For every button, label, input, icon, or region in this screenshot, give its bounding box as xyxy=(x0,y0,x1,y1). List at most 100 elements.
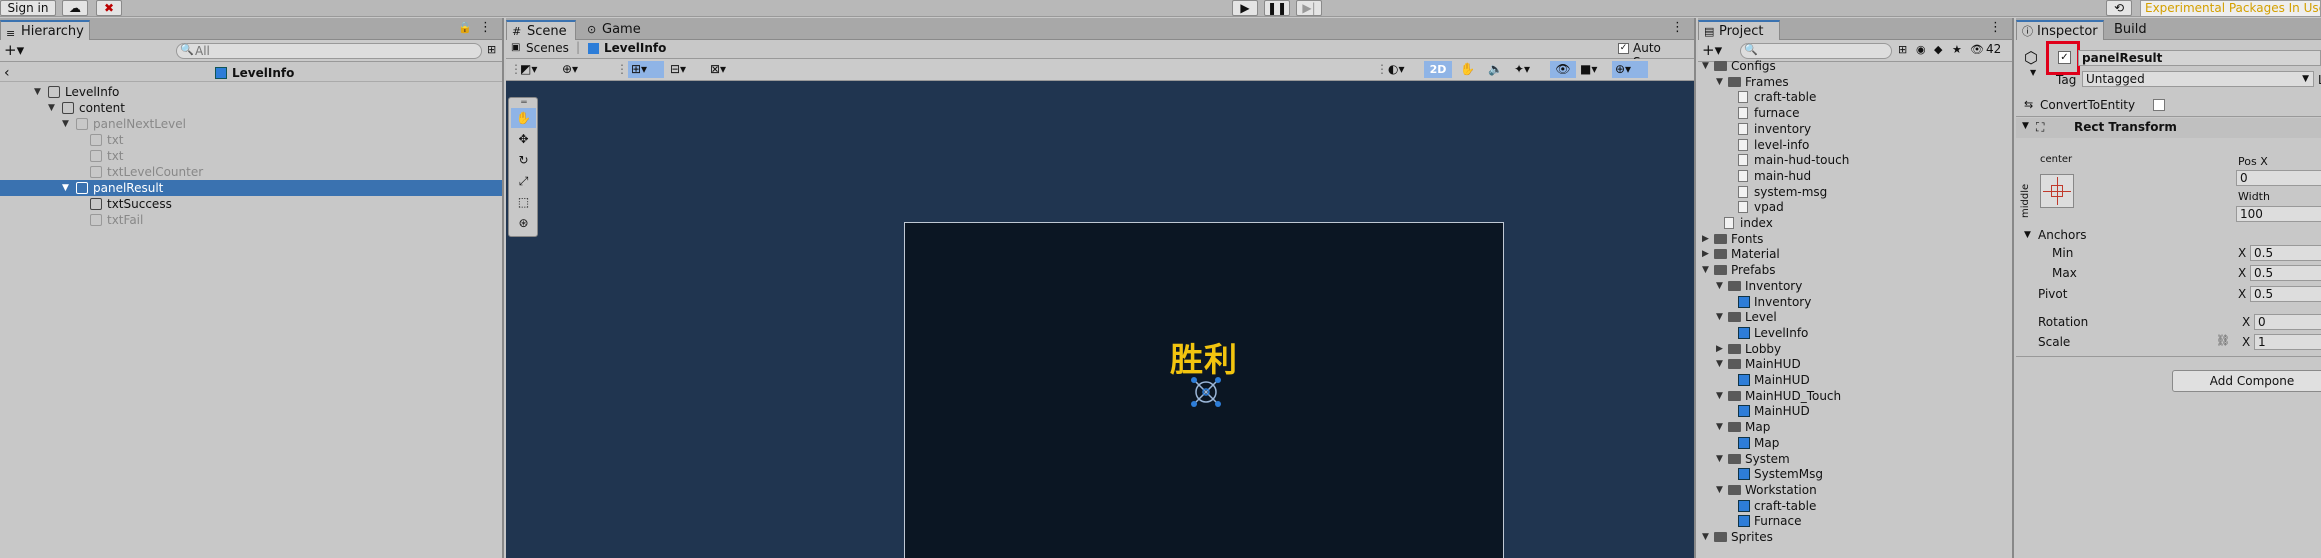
hidden-packages-icon[interactable]: 👁 xyxy=(1970,43,1984,56)
filter-label-icon[interactable]: ◆ xyxy=(1934,43,1942,56)
project-item[interactable]: main-hud-touch xyxy=(1698,152,2012,168)
grid-snap-icon[interactable]: ⊞▾ xyxy=(628,61,664,78)
folder-arrow-icon[interactable]: ▼ xyxy=(1716,278,1723,294)
project-item[interactable]: ▼ Level xyxy=(1698,309,2012,325)
hierarchy-item[interactable]: ▼ panelResult xyxy=(0,180,502,196)
folder-arrow-icon[interactable]: ▼ xyxy=(1702,262,1709,278)
project-item[interactable]: ▼ System xyxy=(1698,451,2012,467)
project-item[interactable]: system-msg xyxy=(1698,184,2012,200)
anchors-foldout-icon[interactable]: ▼ xyxy=(2024,230,2031,240)
gizmos-icon[interactable]: ⊕▾ xyxy=(1612,61,1648,78)
lock-icon[interactable]: 🔒 xyxy=(458,21,472,34)
snap-increment-icon[interactable]: ⊟▾ xyxy=(670,62,686,76)
project-item[interactable]: ▼ Prefabs xyxy=(1698,262,2012,278)
project-add-icon[interactable]: +▾ xyxy=(1702,41,1722,59)
auto-save-checkbox[interactable]: ✓ xyxy=(1618,43,1629,54)
collab-button[interactable]: ✖ xyxy=(96,0,122,16)
folder-arrow-icon[interactable]: ▶ xyxy=(1702,246,1709,262)
tag-dropdown[interactable]: Untagged ▼ xyxy=(2082,71,2314,87)
align-icon[interactable]: ⊠▾ xyxy=(710,62,726,76)
project-item[interactable]: Inventory xyxy=(1698,294,2012,310)
project-item[interactable]: ▼ Configs xyxy=(1698,58,2012,74)
shading-mode-icon[interactable]: ◐▾ xyxy=(1388,62,1405,76)
pause-button[interactable]: ❚❚ xyxy=(1264,0,1290,16)
play-button[interactable]: ▶ xyxy=(1232,0,1258,16)
rect-transform-header[interactable]: ▼ ⛶ Rect Transform xyxy=(2016,118,2321,138)
project-more-menu-icon[interactable]: ⋮ xyxy=(1989,20,2002,35)
folder-arrow-icon[interactable]: ▼ xyxy=(1702,529,1709,545)
toggle-2d-button[interactable]: 2D xyxy=(1424,61,1452,78)
convert-checkbox[interactable] xyxy=(2153,99,2165,111)
folder-arrow-icon[interactable]: ▼ xyxy=(1716,309,1723,325)
project-item[interactable]: ▶ Material xyxy=(1698,246,2012,262)
breadcrumb-scenes[interactable]: Scenes xyxy=(526,41,569,55)
hierarchy-item[interactable]: ▼ panelNextLevel xyxy=(0,116,502,132)
hierarchy-item[interactable]: txtSuccess xyxy=(0,196,502,212)
max-x-field[interactable] xyxy=(2250,265,2321,281)
hierarchy-item[interactable]: txt xyxy=(0,148,502,164)
search-options-icon[interactable]: ⊞ xyxy=(487,43,496,56)
tab-scene[interactable]: # Scene xyxy=(506,20,576,40)
hierarchy-item[interactable]: txtLevelCounter xyxy=(0,164,502,180)
scale-x-field[interactable] xyxy=(2254,334,2321,350)
project-item[interactable]: ▼ Inventory xyxy=(1698,278,2012,294)
project-item[interactable]: ▼ Sprites xyxy=(1698,529,2012,545)
rotate-tool-icon[interactable]: ↻ xyxy=(511,150,536,170)
lighting-icon[interactable]: ✋ xyxy=(1460,62,1475,76)
project-item[interactable]: index xyxy=(1698,215,2012,231)
scale-link-icon[interactable]: ⛓ xyxy=(2216,334,2230,347)
project-item[interactable]: craft-table xyxy=(1698,89,2012,105)
project-item[interactable]: MainHUD xyxy=(1698,403,2012,419)
history-button[interactable]: ⟲ xyxy=(2106,0,2132,16)
filter-type-icon[interactable]: ◉ xyxy=(1916,43,1926,56)
experimental-packages-label[interactable]: Experimental Packages In Use xyxy=(2140,0,2321,17)
expand-arrow-icon[interactable]: ▼ xyxy=(62,116,69,132)
global-icon[interactable]: ⊕▾ xyxy=(562,62,578,76)
folder-arrow-icon[interactable]: ▶ xyxy=(1702,231,1709,247)
project-item[interactable]: ▼ Map xyxy=(1698,419,2012,435)
project-item[interactable]: MainHUD xyxy=(1698,372,2012,388)
project-item[interactable]: Map xyxy=(1698,435,2012,451)
project-item[interactable]: Furnace xyxy=(1698,513,2012,529)
tab-game[interactable]: ⊙ Game xyxy=(582,20,652,40)
hierarchy-item[interactable]: txtFail xyxy=(0,212,502,228)
more-menu-icon[interactable]: ⋮ xyxy=(479,20,492,35)
folder-arrow-icon[interactable]: ▼ xyxy=(1702,58,1709,74)
transform-tool-icon[interactable]: ⊛ xyxy=(511,213,536,233)
anchor-preset-button[interactable] xyxy=(2040,174,2074,208)
game-canvas[interactable]: 胜利 xyxy=(904,222,1504,558)
audio-icon[interactable]: 🔈 xyxy=(1488,62,1503,76)
folder-arrow-icon[interactable]: ▼ xyxy=(1716,419,1723,435)
expand-arrow-icon[interactable]: ▼ xyxy=(62,180,69,196)
rotation-x-field[interactable] xyxy=(2254,314,2321,330)
add-component-button[interactable]: Add Compone xyxy=(2172,370,2321,392)
project-item[interactable]: ▼ MainHUD_Touch xyxy=(1698,388,2012,404)
hand-tool-icon[interactable]: ✋ xyxy=(511,108,536,128)
project-item[interactable]: craft-table xyxy=(1698,498,2012,514)
project-item[interactable]: ▼ MainHUD xyxy=(1698,356,2012,372)
project-item[interactable]: LevelInfo xyxy=(1698,325,2012,341)
scale-tool-icon[interactable]: ⤢ xyxy=(511,171,536,191)
camera-icon[interactable]: ■▾ xyxy=(1580,62,1597,76)
tab-inspector[interactable]: ⓘ Inspector xyxy=(2016,20,2104,40)
folder-arrow-icon[interactable]: ▼ xyxy=(1716,74,1723,90)
project-item[interactable]: SystemMsg xyxy=(1698,466,2012,482)
dropdown-arrow-icon[interactable]: ▼ xyxy=(2030,68,2036,77)
project-item[interactable]: level-info xyxy=(1698,137,2012,153)
object-name-field[interactable] xyxy=(2078,50,2321,66)
effects-icon[interactable]: ✦▾ xyxy=(1514,62,1530,76)
scene-more-menu-icon[interactable]: ⋮ xyxy=(1671,20,1684,35)
project-item[interactable]: furnace xyxy=(1698,105,2012,121)
folder-arrow-icon[interactable]: ▼ xyxy=(1716,388,1723,404)
tab-build[interactable]: Build xyxy=(2108,20,2164,40)
project-search-input[interactable] xyxy=(1740,43,1892,59)
folder-arrow-icon[interactable]: ▶ xyxy=(1716,341,1723,357)
expand-arrow-icon[interactable]: ▼ xyxy=(34,84,41,100)
hierarchy-item[interactable]: ▼ LevelInfo xyxy=(0,84,502,100)
width-field[interactable] xyxy=(2236,206,2321,222)
project-item[interactable]: ▶ Fonts xyxy=(1698,231,2012,247)
search-scope-icon[interactable]: ⊞ xyxy=(1898,43,1907,56)
project-item[interactable]: ▶ Lobby xyxy=(1698,341,2012,357)
back-icon[interactable]: ‹ xyxy=(4,64,10,82)
folder-arrow-icon[interactable]: ▼ xyxy=(1716,356,1723,372)
